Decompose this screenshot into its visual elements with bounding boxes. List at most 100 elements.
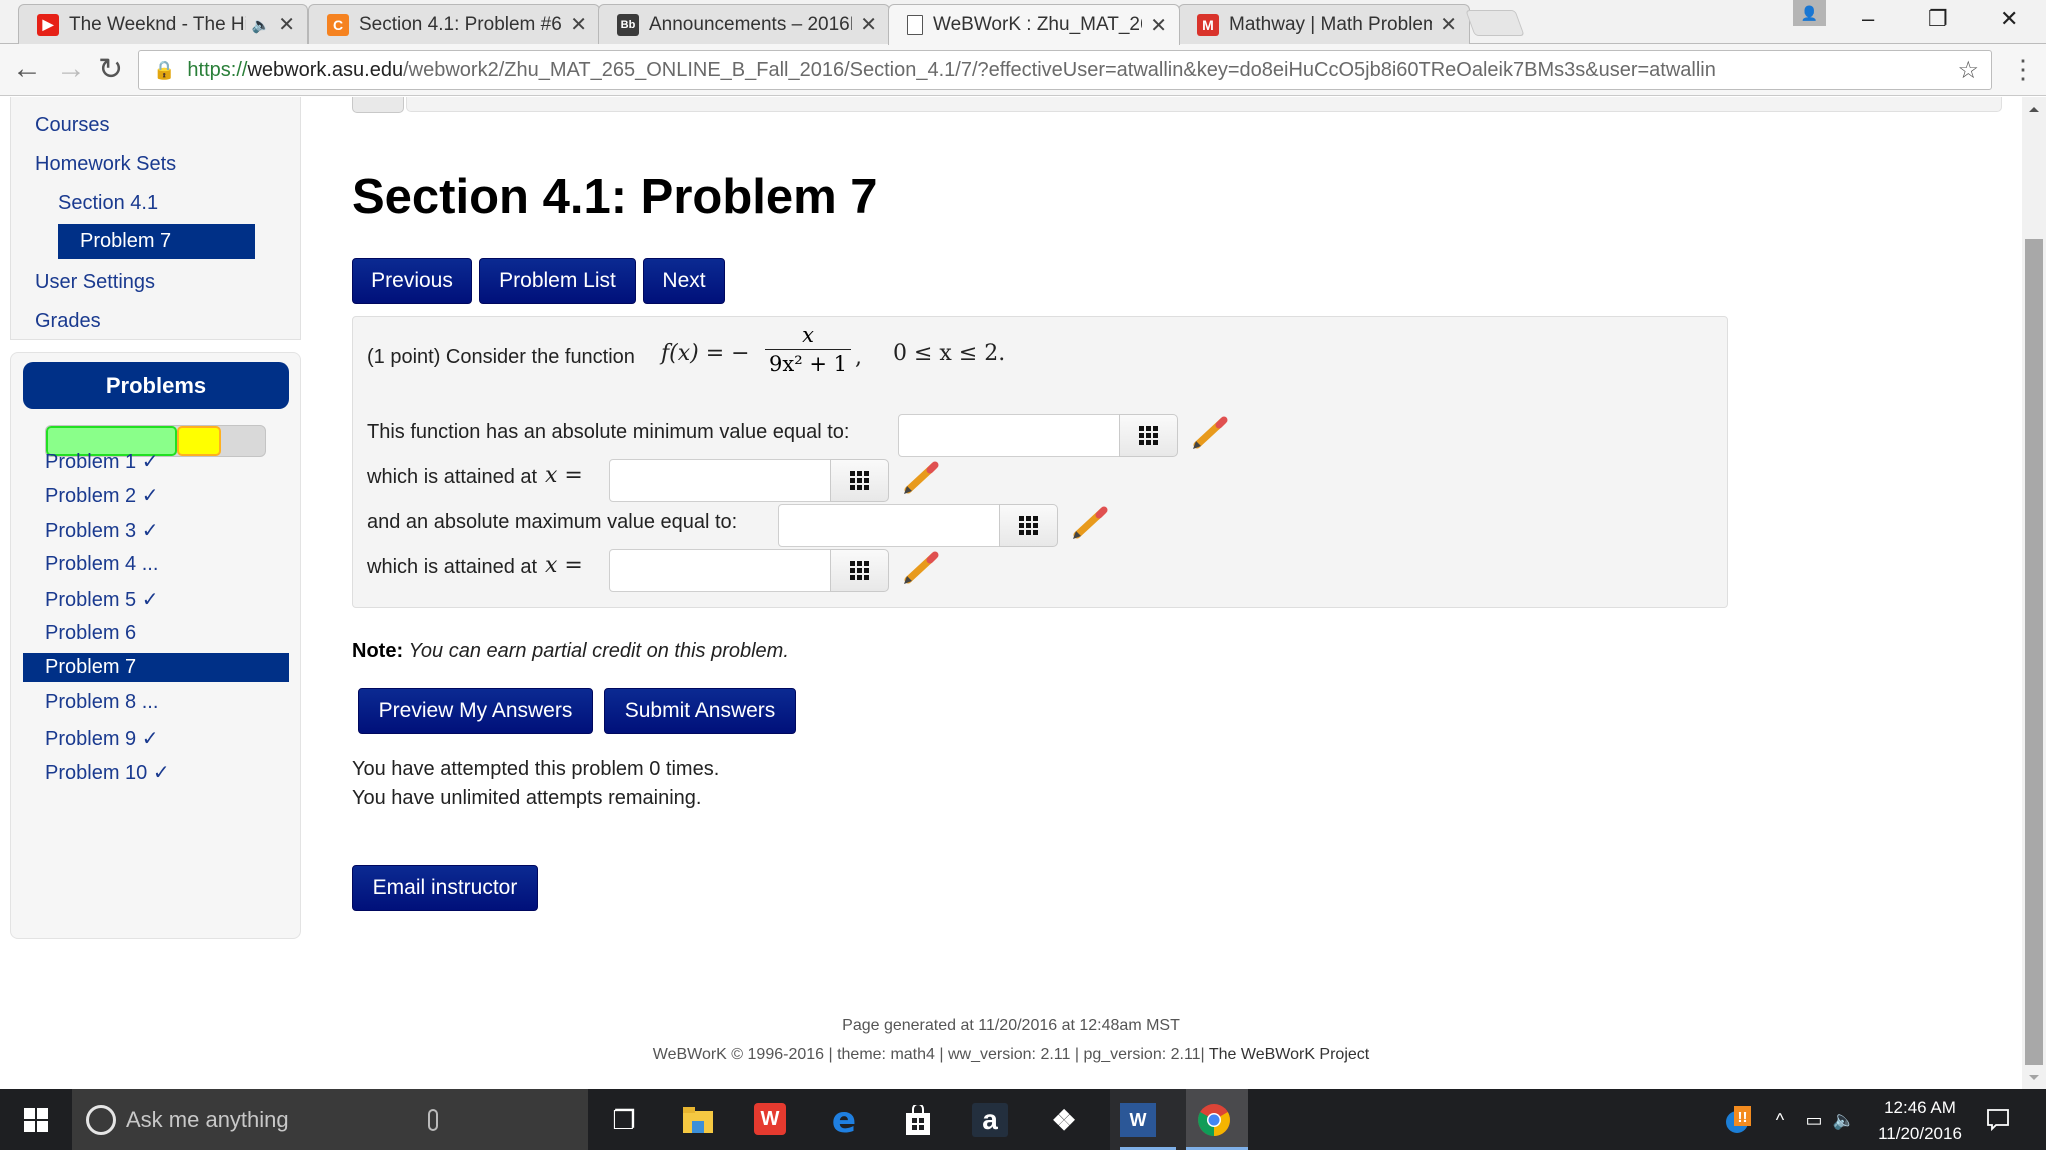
close-icon[interactable]: ✕ xyxy=(278,12,295,37)
dropbox-icon[interactable]: ❖ xyxy=(1046,1103,1082,1137)
problem-list-item[interactable]: Problem 2 ✓ xyxy=(45,483,158,508)
problem-intro: (1 point) Consider the function xyxy=(367,346,635,368)
windows-logo-icon xyxy=(24,1107,48,1132)
tab-blackboard[interactable]: Bb Announcements – 2016F ✕ xyxy=(598,4,890,44)
microphone-icon[interactable] xyxy=(428,1108,438,1131)
question-label: which is attained at xyxy=(367,466,538,488)
store-icon[interactable] xyxy=(900,1103,936,1137)
action-center-icon[interactable] xyxy=(1980,1103,2016,1137)
chrome-icon[interactable] xyxy=(1196,1103,1232,1137)
problem-list-item[interactable]: Problem 10 ✓ xyxy=(45,760,170,785)
pencil-icon[interactable] xyxy=(1069,505,1109,541)
equation-editor-button[interactable] xyxy=(830,549,889,592)
problem-list-item[interactable]: Problem 4 ... xyxy=(45,553,158,576)
question-math: x = xyxy=(545,463,583,488)
attempts-count: You have attempted this problem 0 times. xyxy=(352,758,720,780)
answer-input-max-value[interactable] xyxy=(778,504,1000,547)
cortana-search-box[interactable]: Ask me anything xyxy=(72,1089,588,1150)
amazon-icon[interactable]: a xyxy=(972,1103,1008,1137)
problem-list-item[interactable]: Problem 3 ✓ xyxy=(45,518,158,543)
sidebar-item-problem-7[interactable]: Problem 7 xyxy=(58,224,255,259)
attempts-remaining: You have unlimited attempts remaining. xyxy=(352,787,702,809)
answer-input-max-x[interactable] xyxy=(609,549,831,592)
system-clock[interactable]: 12:46 AM 11/20/2016 xyxy=(1870,1095,1970,1147)
email-instructor-button[interactable]: Email instructor xyxy=(352,865,538,911)
bookmark-star-icon[interactable]: ☆ xyxy=(1957,56,1979,85)
answer-input-min-x[interactable] xyxy=(609,459,831,502)
wps-office-icon[interactable]: W xyxy=(754,1103,786,1135)
scrollbar-thumb[interactable] xyxy=(2025,239,2043,1065)
close-icon[interactable]: ✕ xyxy=(1440,12,1457,37)
tab-webwork[interactable]: WeBWorK : Zhu_MAT_26 ✕ xyxy=(888,4,1180,45)
file-explorer-icon[interactable] xyxy=(680,1103,716,1137)
scroll-down-arrow-icon[interactable] xyxy=(2029,1075,2039,1080)
edge-icon[interactable]: e xyxy=(826,1100,862,1141)
word-icon[interactable]: W xyxy=(1120,1103,1156,1137)
close-icon[interactable]: ✕ xyxy=(1150,13,1167,38)
close-window-button[interactable]: ✕ xyxy=(2000,6,2018,32)
close-icon[interactable]: ✕ xyxy=(570,12,587,37)
sidebar-item-courses[interactable]: Courses xyxy=(35,114,109,137)
reload-icon[interactable]: ↻ xyxy=(98,52,123,87)
problem-list-item[interactable]: Problem 9 ✓ xyxy=(45,726,158,751)
restore-button[interactable]: ❐ xyxy=(1928,6,1948,32)
back-icon[interactable]: ← xyxy=(12,52,42,86)
show-hidden-icons-chevron-icon[interactable]: ^ xyxy=(1762,1103,1798,1137)
problem-list-item[interactable]: Problem 6 xyxy=(45,622,136,645)
audio-icon[interactable]: 🔈 xyxy=(252,16,271,34)
start-button[interactable] xyxy=(0,1089,72,1150)
question-math: x = xyxy=(545,553,583,578)
volume-icon[interactable]: 🔈 xyxy=(1826,1103,1862,1137)
profile-icon[interactable]: 👤 xyxy=(1793,0,1826,26)
next-button[interactable]: Next xyxy=(643,258,725,304)
tab-chegg[interactable]: C Section 4.1: Problem #6 | ✕ xyxy=(308,4,600,44)
clock-time: 12:46 AM xyxy=(1884,1098,1956,1117)
clock-date: 11/20/2016 xyxy=(1878,1124,1962,1143)
submit-answers-button[interactable]: Submit Answers xyxy=(604,688,796,734)
preview-answers-button[interactable]: Preview My Answers xyxy=(358,688,593,734)
answer-input-min-value[interactable] xyxy=(898,414,1120,457)
tab-youtube[interactable]: ▶ The Weeknd - The Hil 🔈 ✕ xyxy=(18,4,308,44)
chegg-icon: C xyxy=(327,13,349,36)
keypad-icon xyxy=(850,471,869,490)
equation-editor-button[interactable] xyxy=(999,504,1058,547)
keypad-icon xyxy=(1139,426,1158,445)
problem-box: (1 point) Consider the function f(x) = −… xyxy=(352,316,1728,608)
scroll-up-arrow-icon[interactable] xyxy=(2029,107,2039,112)
browser-toolbar: ← → ↻ 🔒 https://webwork.asu.edu/webwork2… xyxy=(0,44,2046,96)
browser-menu-icon[interactable]: ⋮ xyxy=(2010,54,2036,85)
keypad-icon xyxy=(1019,516,1038,535)
page-scrollbar[interactable] xyxy=(2022,97,2046,1089)
partial-credit-note: Note: You can earn partial credit on thi… xyxy=(352,640,789,663)
sidebar-item-section-4-1[interactable]: Section 4.1 xyxy=(58,192,158,215)
equation-editor-button[interactable] xyxy=(1119,414,1178,457)
note-text: You can earn partial credit on this prob… xyxy=(408,640,789,662)
sync-icon[interactable]: !! xyxy=(1722,1103,1752,1137)
problem-list-button[interactable]: Problem List xyxy=(479,258,636,304)
pencil-icon[interactable] xyxy=(900,550,940,586)
tab-mathway[interactable]: M Mathway | Math Problem ✕ xyxy=(1178,4,1470,44)
problem-list-item[interactable]: Problem 8 ... xyxy=(45,691,158,714)
problem-list-item[interactable]: Problem 5 ✓ xyxy=(45,587,158,612)
main-content: Section 4.1: Problem 7 Previous Problem … xyxy=(352,97,2002,1087)
sidebar-item-grades[interactable]: Grades xyxy=(35,310,101,333)
forward-icon[interactable]: → xyxy=(56,52,86,86)
equation-editor-button[interactable] xyxy=(830,459,889,502)
question-label: and an absolute maximum value equal to: xyxy=(367,511,738,533)
tab-title: Mathway | Math Problem xyxy=(1229,13,1433,35)
webwork-project-link[interactable]: The WeBWorK Project xyxy=(1209,1046,1369,1063)
pencil-icon[interactable] xyxy=(900,460,940,496)
minimize-button[interactable]: – xyxy=(1862,6,1874,32)
sidebar-item-user-settings[interactable]: User Settings xyxy=(35,271,155,294)
pencil-icon[interactable] xyxy=(1189,415,1229,451)
previous-button[interactable]: Previous xyxy=(352,258,472,304)
problem-list-item[interactable]: Problem 7 xyxy=(23,653,289,682)
search-placeholder: Ask me anything xyxy=(126,1106,289,1132)
close-icon[interactable]: ✕ xyxy=(860,12,877,37)
function-lhs: f(x) = − xyxy=(661,341,750,366)
task-view-icon[interactable]: ❐ xyxy=(606,1103,642,1137)
address-bar[interactable]: 🔒 https://webwork.asu.edu/webwork2/Zhu_M… xyxy=(138,50,1992,90)
sidebar-item-homework-sets[interactable]: Homework Sets xyxy=(35,153,176,176)
new-tab-button[interactable] xyxy=(1465,10,1525,36)
problem-list-item[interactable]: Problem 1 ✓ xyxy=(45,449,158,474)
